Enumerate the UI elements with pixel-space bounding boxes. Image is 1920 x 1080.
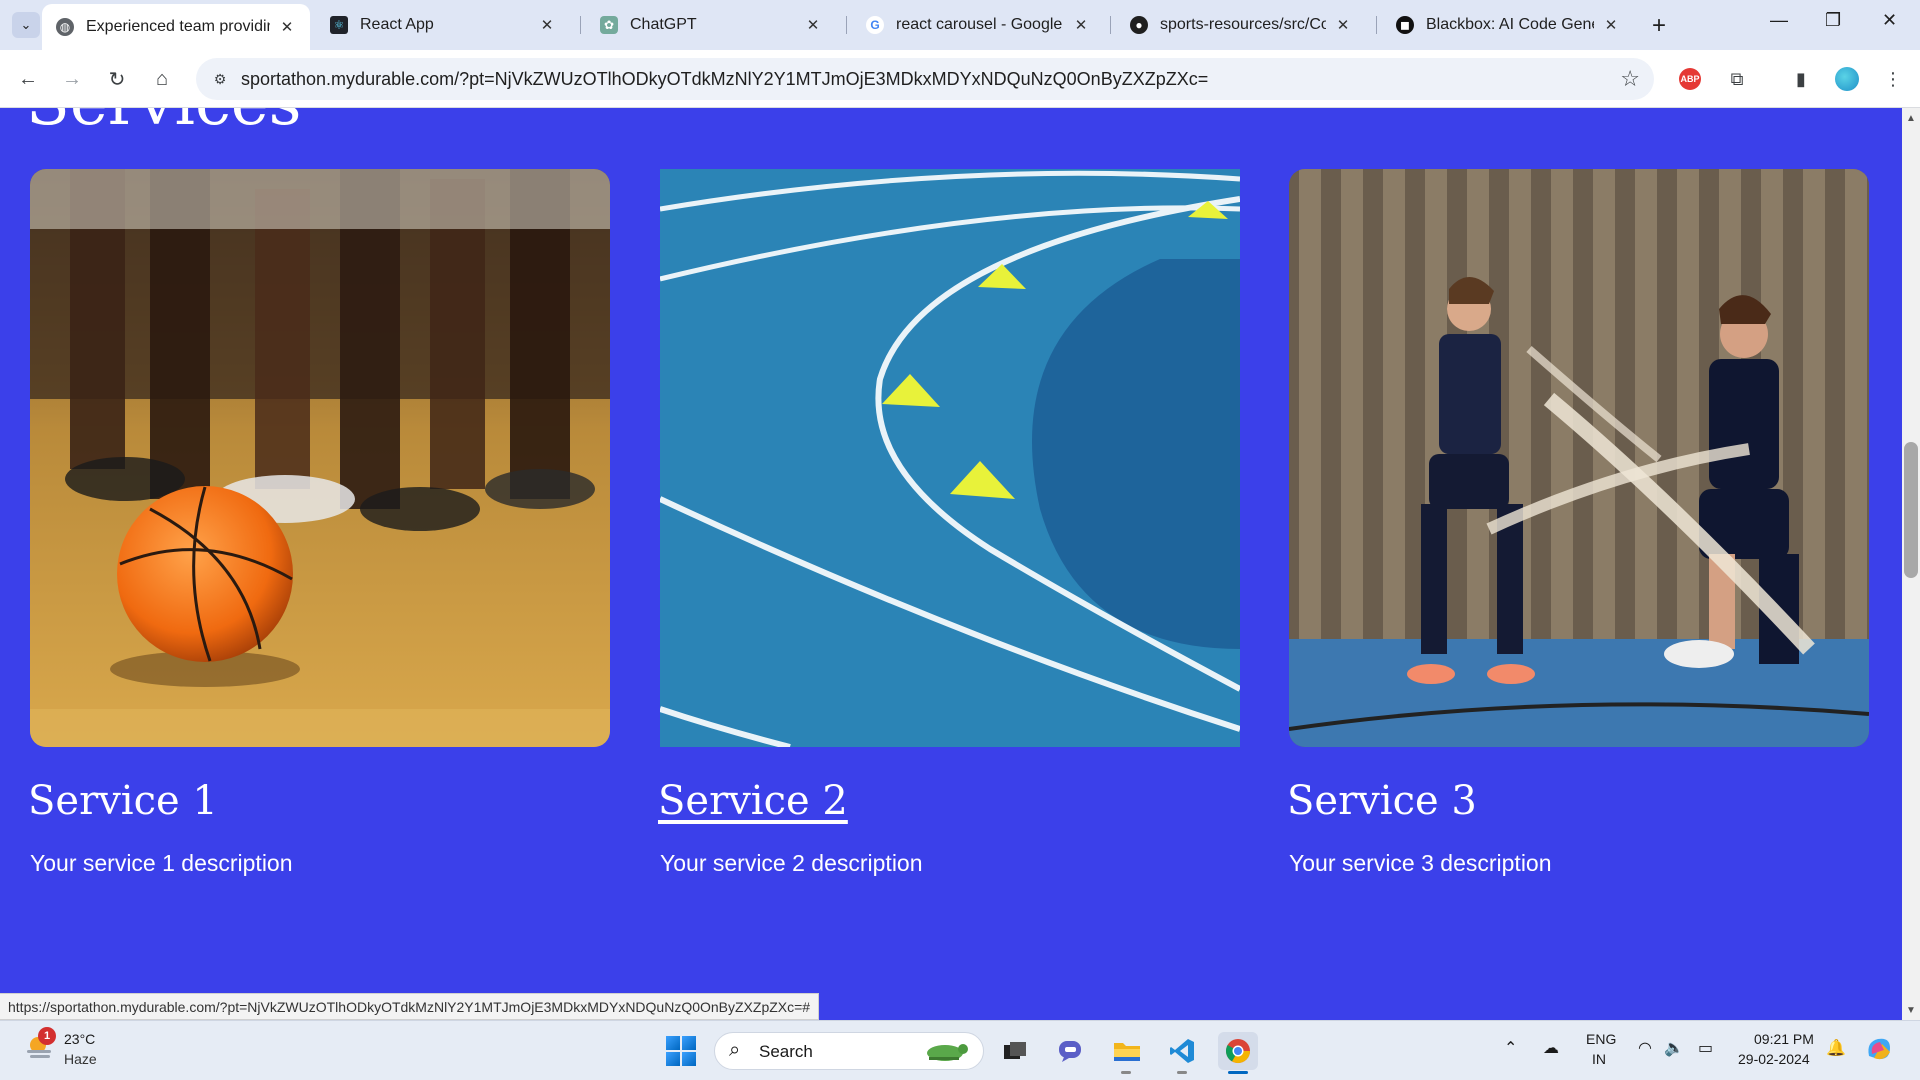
service-3-image[interactable]: [1289, 169, 1869, 747]
search-icon: ⌕: [729, 1039, 741, 1061]
search-label: Search: [759, 1042, 813, 1061]
react-icon: ⚛: [330, 16, 348, 34]
basketball-court-photo: [30, 169, 610, 747]
close-icon[interactable]: ✕: [1334, 16, 1352, 34]
tab-strip: ⌄ ◍ Experienced team providin ✕ ⚛ React …: [0, 0, 1920, 50]
tab-search-button[interactable]: ⌄: [12, 12, 40, 38]
volume-icon[interactable]: 🔈: [1664, 1038, 1684, 1058]
extensions-puzzle-icon[interactable]: ⧉: [1724, 66, 1750, 92]
tab-react-app[interactable]: ⚛ React App ✕: [316, 0, 570, 50]
weather-condition[interactable]: Haze: [64, 1051, 97, 1067]
tab-chatgpt[interactable]: ✿ ChatGPT ✕: [586, 0, 836, 50]
profile-avatar[interactable]: [1835, 67, 1859, 91]
site-info-icon[interactable]: ⚙: [210, 69, 230, 89]
arrow-left-icon: ←: [18, 67, 38, 90]
tab-title: Blackbox: AI Code Generat: [1426, 16, 1594, 33]
reload-button[interactable]: ↻: [103, 66, 131, 92]
address-bar[interactable]: ⚙ sportathon.mydurable.com/?pt=NjVkZWUzO…: [196, 58, 1654, 100]
kebab-menu-icon[interactable]: ⋮: [1880, 66, 1906, 92]
windows-start-icon[interactable]: [666, 1036, 696, 1066]
home-button[interactable]: ⌂: [148, 66, 176, 92]
chevron-down-icon: ⌄: [20, 17, 32, 32]
restore-button[interactable]: ❐: [1825, 10, 1841, 31]
weather-temperature[interactable]: 23°C: [64, 1031, 95, 1047]
github-icon: ●: [1130, 16, 1148, 34]
tab-github[interactable]: ● sports-resources/src/Comp ✕: [1116, 0, 1366, 50]
tab-title: react carousel - Google Se: [896, 16, 1064, 33]
chatgpt-icon: ✿: [600, 16, 618, 34]
url-text[interactable]: sportathon.mydurable.com/?pt=NjVkZWUzOTl…: [241, 69, 1208, 90]
reload-icon: ↻: [108, 68, 126, 91]
home-icon: ⌂: [155, 67, 169, 90]
close-window-button[interactable]: ✕: [1882, 10, 1897, 31]
show-hidden-icons-chevron-icon[interactable]: ⌃: [1504, 1038, 1517, 1058]
notification-badge: 1: [38, 1027, 56, 1045]
minimize-button[interactable]: —: [1770, 10, 1788, 31]
running-track-photo: [660, 169, 1240, 747]
teams-chat-icon[interactable]: [1051, 1032, 1091, 1070]
language-indicator[interactable]: ENG: [1586, 1031, 1616, 1047]
battery-icon[interactable]: ▭: [1698, 1038, 1713, 1058]
clock-time[interactable]: 09:21 PM: [1754, 1031, 1814, 1047]
service-2-description: Your service 2 description: [660, 850, 923, 876]
onedrive-cloud-icon[interactable]: ☁: [1543, 1038, 1559, 1058]
tab-title: ChatGPT: [630, 16, 697, 33]
tab-blackbox[interactable]: ◼ Blackbox: AI Code Generat ✕: [1382, 0, 1634, 50]
tab-separator: [846, 16, 847, 34]
running-indicator: [1121, 1071, 1131, 1074]
close-icon[interactable]: ✕: [1072, 16, 1090, 34]
notification-bell-icon[interactable]: 🔔: [1826, 1038, 1846, 1058]
new-tab-button[interactable]: +: [1652, 12, 1666, 40]
globe-icon: ◍: [56, 18, 74, 36]
scroll-down-arrow-icon[interactable]: ▼: [1904, 1004, 1918, 1018]
forward-button[interactable]: →: [58, 66, 86, 92]
tab-separator: [1376, 16, 1377, 34]
service-2-image[interactable]: [660, 169, 1240, 747]
adblock-plus-icon[interactable]: ABP: [1679, 68, 1701, 90]
service-2-title-link[interactable]: Service 2: [658, 778, 848, 824]
bookmark-star-icon[interactable]: ☆: [1620, 66, 1640, 92]
close-icon[interactable]: ✕: [538, 16, 556, 34]
input-region-indicator[interactable]: IN: [1592, 1051, 1606, 1067]
task-view-icon[interactable]: [995, 1032, 1035, 1070]
status-link-preview: https://sportathon.mydurable.com/?pt=NjV…: [0, 993, 820, 1020]
tab-title: Experienced team providin: [86, 18, 270, 35]
search-highlight-icon: [927, 1044, 968, 1061]
arrow-right-icon: →: [62, 67, 82, 90]
copilot-icon[interactable]: [1864, 1034, 1894, 1069]
clock-date[interactable]: 29-02-2024: [1738, 1051, 1810, 1067]
service-3-title[interactable]: Service 3: [1287, 778, 1477, 824]
side-panel-icon[interactable]: ▮: [1788, 66, 1814, 92]
section-heading: Services: [26, 108, 302, 140]
tab-title: React App: [360, 16, 434, 33]
back-button[interactable]: ←: [14, 66, 42, 92]
service-1-image[interactable]: [30, 169, 610, 747]
google-icon: G: [866, 16, 884, 34]
wifi-icon[interactable]: ◠: [1638, 1038, 1652, 1058]
taskbar-search-box[interactable]: ⌕ Search: [714, 1032, 984, 1070]
chrome-icon[interactable]: [1218, 1032, 1258, 1070]
active-indicator: [1228, 1071, 1248, 1074]
blackbox-icon: ◼: [1396, 16, 1414, 34]
running-indicator: [1177, 1071, 1187, 1074]
service-1-title[interactable]: Service 1: [28, 778, 218, 824]
service-3-description: Your service 3 description: [1289, 850, 1552, 876]
close-icon[interactable]: ✕: [804, 16, 822, 34]
vscode-icon[interactable]: [1162, 1032, 1202, 1070]
file-explorer-icon[interactable]: [1107, 1032, 1147, 1070]
scroll-up-arrow-icon[interactable]: ▲: [1904, 112, 1918, 126]
tab-google-search[interactable]: G react carousel - Google Se ✕: [852, 0, 1104, 50]
close-icon[interactable]: ✕: [278, 18, 296, 36]
tab-separator: [580, 16, 581, 34]
close-icon[interactable]: ✕: [1602, 16, 1620, 34]
tab-separator: [1110, 16, 1111, 34]
tab-experienced-team[interactable]: ◍ Experienced team providin ✕: [42, 4, 310, 50]
scrollbar-thumb[interactable]: [1904, 442, 1918, 578]
service-1-description: Your service 1 description: [30, 850, 293, 876]
tab-title: sports-resources/src/Comp: [1160, 16, 1326, 33]
battle-ropes-training-photo: [1289, 169, 1869, 747]
page-viewport: Services: [0, 108, 1902, 1020]
